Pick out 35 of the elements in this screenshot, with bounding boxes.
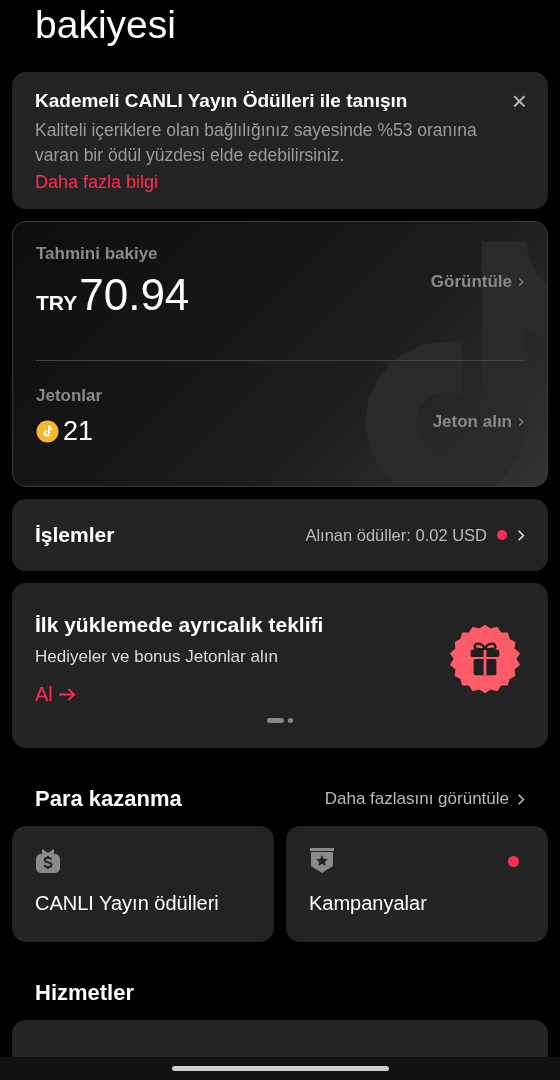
notice-title: Kademeli CANLI Yayın Ödülleri ile tanışın xyxy=(35,90,408,112)
transactions-label: İşlemler xyxy=(35,523,115,547)
offer-title: İlk yüklemede ayrıcalık teklifi xyxy=(35,613,324,637)
page-indicator[interactable] xyxy=(267,718,284,723)
offer-subtitle: Hediyeler ve bonus Jetonlar alın xyxy=(35,647,279,667)
get-offer-link[interactable]: Al xyxy=(35,683,77,706)
section-heading: Para kazanma xyxy=(35,786,182,812)
rewards-received-text: Alınan ödüller: 0.02 USD xyxy=(305,525,487,545)
coin-count: 21 xyxy=(63,416,94,447)
chevron-right-icon xyxy=(518,416,524,427)
page-indicator[interactable] xyxy=(288,718,293,723)
tile-label: CANLI Yayın ödülleri xyxy=(35,892,220,915)
coin-icon xyxy=(36,420,59,443)
star-shield-icon xyxy=(309,848,335,874)
tile-label: Kampanyalar xyxy=(309,892,428,915)
money-bag-icon xyxy=(35,848,61,874)
chevron-right-icon xyxy=(517,528,525,542)
more-info-link[interactable]: Daha fazla bilgi xyxy=(35,172,159,192)
feature-tile[interactable]: Kampanyalar xyxy=(286,826,548,942)
notice-text: Kaliteli içeriklere olan bağlılığınız sayesinde %53 oranına varan bir ödül yüzdesi elde edebilirsiniz. xyxy=(35,119,478,167)
currency-code: TRY xyxy=(36,291,78,315)
arrow-right-icon xyxy=(57,687,77,702)
coins-label: Jetonlar xyxy=(36,386,103,406)
balance-amount: 70.94 xyxy=(79,270,190,320)
transactions-row[interactable]: İşlemler Alınan ödüller: 0.02 USD xyxy=(12,499,548,571)
close-button[interactable]: × xyxy=(511,91,527,111)
balance-label: Tahmini bakiye xyxy=(36,244,159,264)
see-more-link[interactable]: Daha fazlasını görüntüle xyxy=(324,789,525,809)
feature-tile[interactable]: CANLI Yayın ödülleri xyxy=(12,826,274,942)
view-balance-link[interactable]: Görüntüle xyxy=(430,272,524,292)
chevron-right-icon xyxy=(518,277,524,287)
buy-coins-link[interactable]: Jeton alın xyxy=(432,411,524,432)
page-title: bakiyesi xyxy=(34,2,177,48)
chevron-right-icon xyxy=(517,792,525,806)
section-heading: Hizmetler xyxy=(35,980,135,1006)
